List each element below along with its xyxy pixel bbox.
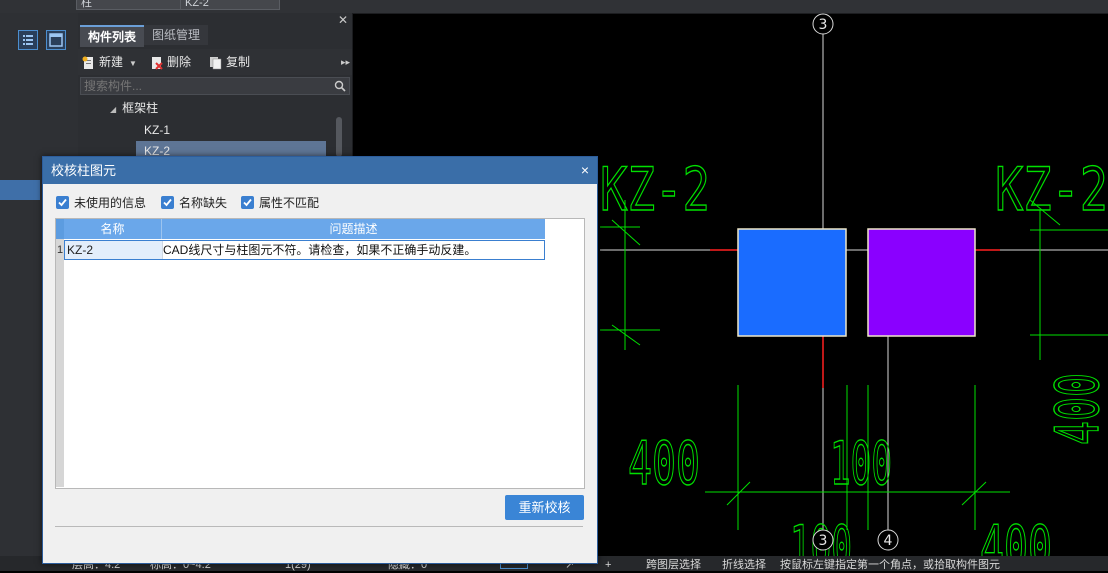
copy-button[interactable]: 复制 <box>209 53 250 71</box>
dialog-title: 校核柱图元 <box>51 163 117 178</box>
new-label: 新建 <box>99 55 124 69</box>
axis-bubble-3-bottom: 3 <box>812 529 834 551</box>
tree-collapse-icon[interactable]: ◢ <box>110 105 116 114</box>
checkbox-label: 属性不匹配 <box>259 196 320 210</box>
delete-label: 删除 <box>167 55 192 69</box>
checkbox-unused-info[interactable]: 未使用的信息 <box>56 196 146 210</box>
grid-rownum-header <box>56 219 64 239</box>
svg-text:3: 3 <box>819 533 828 549</box>
new-icon <box>82 56 93 69</box>
recheck-button[interactable]: 重新校核 <box>505 495 584 520</box>
copy-icon <box>210 56 222 70</box>
column-kz2-blue[interactable] <box>737 228 847 337</box>
checkbox-label: 名称缺失 <box>179 196 228 210</box>
component-selector-value: KZ-2 <box>185 0 209 9</box>
delete-icon <box>152 56 163 70</box>
new-dropdown-icon[interactable]: ▼ <box>129 59 137 68</box>
floor-selector[interactable]: 柱 <box>76 0 196 10</box>
top-toolbar-strip: 柱 KZ-2 <box>0 0 1108 14</box>
grid-rownum: 1 <box>56 244 64 256</box>
cad-dim-400-left: 400 <box>628 429 700 499</box>
panel-close-icon[interactable]: ✕ <box>338 13 348 27</box>
checkbox-checked-icon[interactable] <box>161 196 174 210</box>
grid-header: 名称 问题描述 <box>56 219 545 239</box>
grid-header-name[interactable]: 名称 <box>64 219 162 239</box>
axis-bubble-4-bottom: 4 <box>877 529 899 551</box>
dialog-titlebar[interactable]: 校核柱图元 × <box>43 157 597 184</box>
component-search[interactable] <box>80 77 350 95</box>
grid-cell-description[interactable]: CAD线尺寸与柱图元不符。请检查，如果不正确手动反建。 <box>155 241 476 259</box>
tree-group[interactable]: ◢ 框架柱 <box>110 98 158 118</box>
search-icon[interactable] <box>334 80 346 92</box>
column-kz2-purple[interactable] <box>867 228 976 337</box>
copy-label: 复制 <box>226 55 251 69</box>
panel-scrollbar[interactable] <box>336 117 342 157</box>
left-selected-item[interactable] <box>0 180 40 200</box>
tree-group-label: 框架柱 <box>122 101 159 115</box>
cad-text-kz2-left: KZ-2 <box>600 155 710 225</box>
svg-text:4: 4 <box>884 533 893 549</box>
dialog-close-icon[interactable]: × <box>581 157 589 184</box>
floor-selector-value: 柱 <box>81 0 92 9</box>
panel-view-icon[interactable] <box>46 30 66 50</box>
cad-dim-400-bottom: 400 <box>980 513 1052 556</box>
checkbox-checked-icon[interactable] <box>56 196 69 210</box>
delete-button[interactable]: 删除 <box>150 53 191 71</box>
grid-cell-name[interactable]: KZ-2 <box>65 241 162 259</box>
checkbox-label: 未使用的信息 <box>74 196 147 210</box>
grid-rownum-column <box>56 239 64 487</box>
tab-drawing-management[interactable]: 图纸管理 <box>144 25 209 45</box>
checkbox-name-missing[interactable]: 名称缺失 <box>161 196 227 210</box>
check-column-dialog: 校核柱图元 × 未使用的信息 名称缺失 属性不匹配 名称 问题描述 1 KZ-2… <box>42 156 598 564</box>
dialog-divider <box>55 526 583 527</box>
svg-text:3: 3 <box>819 17 828 33</box>
component-selector[interactable]: KZ-2 <box>180 0 280 10</box>
grid-header-description[interactable]: 问题描述 <box>162 219 545 239</box>
cad-text-kz2-right: KZ-2 <box>995 155 1108 225</box>
search-input[interactable] <box>84 79 324 93</box>
cad-dim-100-mid: 100 <box>830 429 892 499</box>
axis-bubble-3-top: 3 <box>812 13 834 35</box>
tree-item-kz1[interactable]: KZ-1 <box>144 120 170 140</box>
list-view-icon[interactable] <box>18 30 38 50</box>
tab-component-list[interactable]: 构件列表 <box>80 25 145 47</box>
panel-toolbar: 新建 ▼ 删除 复制 ▸▸ <box>78 49 352 75</box>
more-icon[interactable]: ▸▸ <box>341 57 350 68</box>
checkbox-checked-icon[interactable] <box>241 196 254 210</box>
new-button[interactable]: 新建 ▼ <box>82 53 137 71</box>
checkbox-attribute-mismatch[interactable]: 属性不匹配 <box>241 196 319 210</box>
cad-dim-400-right: 400 <box>1043 373 1108 445</box>
issue-grid: 名称 问题描述 1 KZ-2 CAD线尺寸与柱图元不符。请检查，如果不正确手动反… <box>55 218 585 489</box>
table-row[interactable]: KZ-2 CAD线尺寸与柱图元不符。请检查，如果不正确手动反建。 <box>64 240 545 260</box>
